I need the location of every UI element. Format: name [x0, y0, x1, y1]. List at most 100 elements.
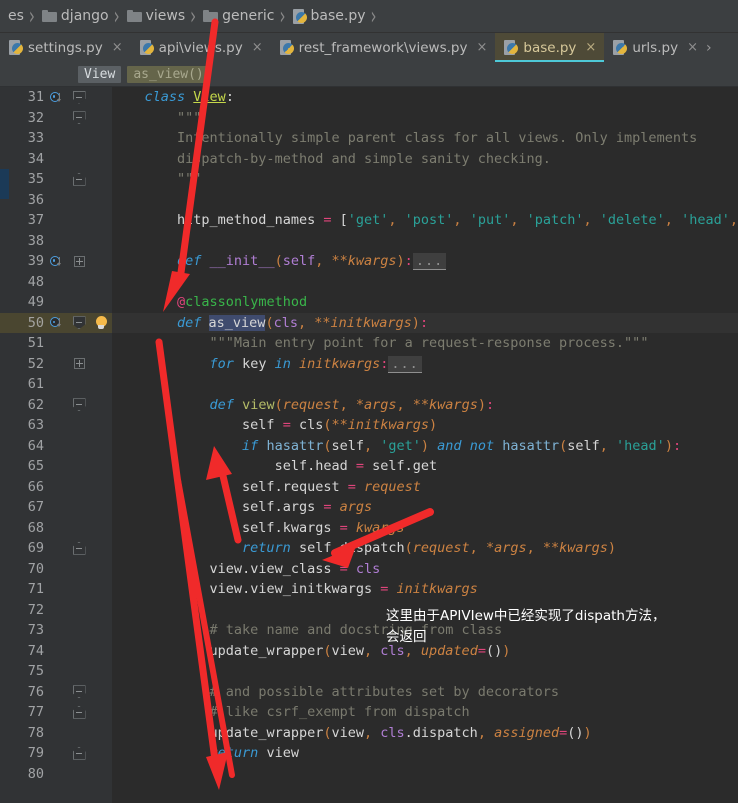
editor-tab-api-views-py[interactable]: api\views.py ×	[130, 33, 271, 62]
close-icon[interactable]: ×	[687, 40, 698, 55]
code-fold-slot	[68, 172, 90, 186]
code-line[interactable]: 62 def view(request, *args, **kwargs):	[0, 395, 738, 416]
breadcrumb-item-es[interactable]: es	[0, 0, 26, 32]
line-gutter: 70	[0, 559, 112, 580]
override-method-icon[interactable]	[49, 255, 65, 268]
code-token: (	[274, 253, 283, 269]
fold-collapse-icon[interactable]	[72, 111, 86, 125]
code-line[interactable]: 77 # like csrf_exempt from dispatch	[0, 702, 738, 723]
code-line[interactable]: 69 return self.dispatch(request, *args, …	[0, 538, 738, 559]
code-line[interactable]: 39 def __init__(self, **kwargs):...	[0, 251, 738, 272]
code-line[interactable]: 66 self.request = request	[0, 477, 738, 498]
code-line[interactable]: 64 if hasattr(self, 'get') and not hasat…	[0, 436, 738, 457]
code-line-text: Intentionally simple parent class for al…	[112, 128, 738, 149]
code-token: update_wrapper	[209, 724, 324, 741]
code-line[interactable]: 68 self.kwargs = kwargs	[0, 518, 738, 539]
code-token: """Main entry point for a request-respon…	[209, 335, 649, 351]
close-icon[interactable]: ×	[112, 40, 123, 55]
code-editor[interactable]: 31 class View: 32 """ 33 Intentionally sim…	[0, 87, 738, 803]
code-line[interactable]: 52 for key in initkwargs:...	[0, 354, 738, 375]
code-line[interactable]: 33 Intentionally simple parent class for…	[0, 128, 738, 149]
nav-chip-method[interactable]: as_view()	[127, 65, 210, 83]
code-line[interactable]: 32 """	[0, 108, 738, 129]
python-file-icon	[279, 40, 294, 55]
fold-collapse-icon[interactable]	[72, 746, 86, 760]
fold-collapse-icon[interactable]	[72, 90, 86, 104]
fold-collapse-icon[interactable]	[72, 685, 86, 699]
code-token: ,	[729, 212, 738, 228]
line-gutter: 63	[0, 415, 112, 436]
editor-tab-base-py[interactable]: base.py ×	[495, 33, 605, 62]
code-line[interactable]: 36	[0, 190, 738, 211]
code-line[interactable]: 75	[0, 661, 738, 682]
code-token: ,	[388, 212, 405, 228]
code-token: assigned	[494, 724, 560, 741]
lightbulb-icon[interactable]	[95, 315, 108, 330]
line-gutter: 50	[0, 312, 112, 333]
code-line[interactable]: 61	[0, 374, 738, 395]
code-line[interactable]: 79 return view	[0, 743, 738, 764]
code-token: self	[298, 540, 332, 556]
code-line[interactable]: 63 self = cls(**initkwargs)	[0, 415, 738, 436]
fold-collapse-icon[interactable]	[72, 398, 86, 412]
code-line[interactable]: 78 update_wrapper(view, cls.dispatch, as…	[0, 723, 738, 744]
code-line[interactable]: 67 self.args = args	[0, 497, 738, 518]
editor-tab-settings-py[interactable]: settings.py ×	[0, 33, 131, 62]
python-file-icon	[504, 40, 519, 55]
breadcrumb-item-base-py[interactable]: base.py	[289, 0, 368, 32]
code-token: for	[209, 355, 243, 372]
code-line[interactable]: 35 """	[0, 169, 738, 190]
breadcrumb-item-generic[interactable]: generic	[199, 0, 276, 32]
code-token: in	[274, 355, 299, 372]
nav-chip-class[interactable]: View	[78, 65, 122, 83]
override-method-icon[interactable]	[49, 91, 65, 104]
close-icon[interactable]: ×	[585, 40, 596, 55]
code-token: 'post'	[404, 212, 454, 228]
close-icon[interactable]: ×	[476, 40, 487, 55]
breadcrumb-item-views[interactable]: views	[123, 0, 188, 32]
breadcrumb-item-django[interactable]: django	[38, 0, 111, 32]
code-token: self	[274, 458, 308, 474]
code-line[interactable]: 38	[0, 231, 738, 252]
code-line[interactable]: 49 @classonlymethod	[0, 292, 738, 313]
code-line[interactable]: 72	[0, 600, 738, 621]
fold-collapse-icon[interactable]	[72, 541, 86, 555]
code-line[interactable]: 76 # and possible attributes set by deco…	[0, 682, 738, 703]
line-number: 37	[27, 212, 44, 228]
code-token: [	[339, 212, 348, 228]
editor-tab-label: urls.py	[632, 39, 679, 56]
code-line[interactable]: 74 update_wrapper(view, cls, updated=())	[0, 641, 738, 662]
code-token: self	[567, 437, 600, 454]
code-line[interactable]: 71 view.view_initkwargs = initkwargs	[0, 579, 738, 600]
override-method-icon[interactable]	[49, 316, 65, 329]
code-line[interactable]: 73 # take name and docstring from class	[0, 620, 738, 641]
editor-tab-urls-py[interactable]: urls.py ×	[604, 33, 706, 62]
code-line[interactable]: 51 """Main entry point for a request-res…	[0, 333, 738, 354]
code-token: view	[331, 724, 364, 741]
fold-expand-icon[interactable]	[73, 358, 85, 370]
tab-overflow-chevron-icon[interactable]: ›	[706, 33, 715, 62]
fold-collapse-icon[interactable]	[72, 705, 86, 719]
line-gutter: 61	[0, 374, 112, 395]
fold-collapse-icon[interactable]	[72, 172, 86, 186]
code-line[interactable]: 48	[0, 272, 738, 293]
code-line[interactable]: 80	[0, 764, 738, 785]
editor-tab-rest_framework-views-py[interactable]: rest_framework\views.py ×	[270, 33, 496, 62]
code-token: ()	[567, 724, 584, 741]
code-line[interactable]: 65 self.head = self.get	[0, 456, 738, 477]
code-line[interactable]: 31 class View:	[0, 87, 738, 108]
close-icon[interactable]: ×	[252, 40, 263, 55]
code-line[interactable]: 34 dispatch-by-method and simple sanity …	[0, 149, 738, 170]
fold-collapse-icon[interactable]	[72, 316, 86, 330]
code-line[interactable]: 70 view.view_class = cls	[0, 559, 738, 580]
code-token: =	[315, 212, 340, 228]
code-token: class	[144, 89, 194, 105]
code-fold-slot	[68, 316, 90, 330]
code-line[interactable]: 37 http_method_names = ['get', 'post', '…	[0, 210, 738, 231]
python-file-icon	[292, 8, 307, 24]
code-line[interactable]: 50 def as_view(cls, **initkwargs):	[0, 312, 738, 333]
fold-expand-icon[interactable]	[73, 255, 85, 267]
